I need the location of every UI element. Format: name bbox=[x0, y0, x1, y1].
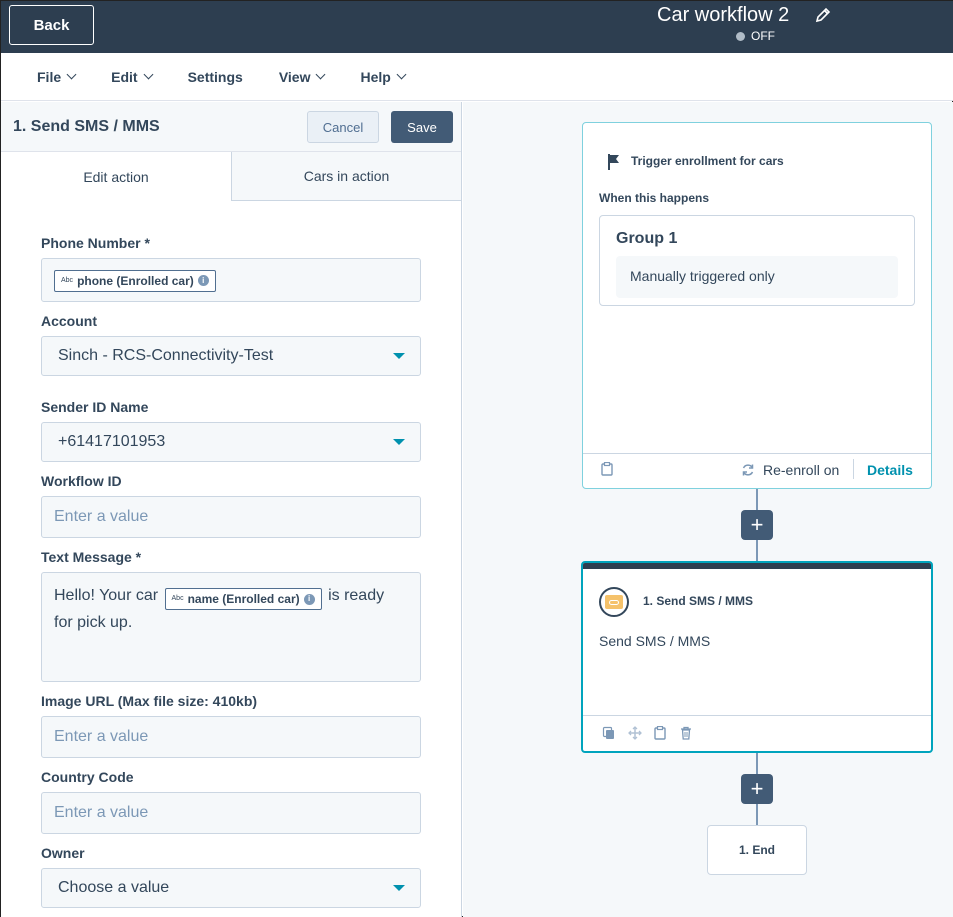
text-type-icon: Abc bbox=[171, 595, 184, 602]
workflow-id-input[interactable]: Enter a value bbox=[41, 496, 421, 538]
menu-bar: File Edit Settings View Help bbox=[1, 53, 953, 101]
chevron-down-icon bbox=[396, 69, 407, 80]
send-sms-action-card[interactable]: 1. Send SMS / MMS Send SMS / MMS bbox=[581, 561, 933, 753]
chevron-down-icon bbox=[143, 69, 154, 80]
menu-view-label: View bbox=[278, 68, 311, 85]
flag-icon bbox=[608, 154, 619, 170]
divider bbox=[583, 453, 931, 454]
menu-edit-label: Edit bbox=[111, 68, 138, 85]
owner-label: Owner bbox=[41, 845, 85, 861]
workflow-id-label: Workflow ID bbox=[41, 473, 122, 489]
status-dot-icon bbox=[736, 31, 745, 41]
status-text: OFF bbox=[751, 29, 775, 43]
dropdown-caret-icon bbox=[393, 353, 405, 359]
panel-tabs: Edit action Cars in action bbox=[1, 152, 461, 201]
account-select[interactable]: Sinch - RCS-Connectivity-Test bbox=[41, 336, 421, 376]
clipboard-icon[interactable] bbox=[601, 462, 613, 476]
group-condition: Manually triggered only bbox=[616, 256, 898, 298]
menu-view[interactable]: View bbox=[278, 68, 326, 85]
text-type-icon: Abc bbox=[61, 277, 74, 284]
divider bbox=[583, 715, 931, 716]
cancel-button[interactable]: Cancel bbox=[307, 111, 379, 143]
trigger-card[interactable]: Trigger enrollment for cars When this ha… bbox=[582, 122, 932, 489]
add-action-button[interactable]: + bbox=[741, 774, 773, 804]
menu-help-label: Help bbox=[360, 68, 391, 85]
phone-token-label: phone (Enrolled car) bbox=[77, 273, 194, 288]
sender-id-value: +61417101953 bbox=[58, 433, 166, 450]
move-icon[interactable] bbox=[628, 726, 642, 740]
image-url-label: Image URL (Max file size: 410kb) bbox=[41, 693, 258, 709]
image-url-placeholder: Enter a value bbox=[54, 728, 149, 745]
menu-edit[interactable]: Edit bbox=[111, 68, 154, 85]
sender-id-label: Sender ID Name bbox=[41, 399, 149, 415]
trash-icon[interactable] bbox=[680, 726, 692, 740]
panel-title: 1. Send SMS / MMS bbox=[13, 118, 160, 135]
divider bbox=[853, 459, 854, 479]
details-link[interactable]: Details bbox=[867, 462, 913, 478]
when-this-happens-label: When this happens bbox=[599, 191, 710, 205]
text-message-input[interactable]: Hello! Your car Abc name (Enrolled car) … bbox=[41, 572, 421, 682]
menu-help[interactable]: Help bbox=[360, 68, 407, 85]
phone-token[interactable]: Abc phone (Enrolled car) i bbox=[54, 269, 216, 292]
clipboard-icon[interactable] bbox=[654, 726, 666, 740]
image-url-input[interactable]: Enter a value bbox=[41, 716, 421, 758]
trigger-title: Trigger enrollment for cars bbox=[631, 154, 784, 168]
action-body: Send SMS / MMS bbox=[599, 633, 711, 649]
phone-number-label: Phone Number * bbox=[41, 235, 150, 251]
copy-icon[interactable] bbox=[602, 726, 616, 740]
tab-edit-action[interactable]: Edit action bbox=[1, 152, 231, 201]
dropdown-caret-icon bbox=[393, 439, 405, 445]
reenroll-status: Re-enroll on bbox=[763, 462, 840, 478]
menu-file-label: File bbox=[37, 68, 62, 85]
card-top-strip bbox=[583, 563, 931, 569]
panel-header: 1. Send SMS / MMS Cancel Save bbox=[1, 102, 461, 152]
country-code-placeholder: Enter a value bbox=[54, 804, 149, 821]
menu-settings[interactable]: Settings bbox=[188, 69, 243, 85]
info-icon: i bbox=[197, 275, 209, 286]
message-text-end: is ready bbox=[328, 587, 385, 604]
text-message-content: Hello! Your car Abc name (Enrolled car) … bbox=[54, 583, 410, 636]
tab-cars-in-action[interactable]: Cars in action bbox=[231, 152, 461, 201]
message-text-start: Hello! Your car bbox=[54, 587, 159, 604]
menu-settings-label: Settings bbox=[187, 68, 243, 85]
save-button[interactable]: Save bbox=[391, 111, 453, 143]
text-message-label: Text Message * bbox=[41, 549, 142, 565]
sender-id-select[interactable]: +61417101953 bbox=[41, 422, 421, 462]
name-token-label: name (Enrolled car) bbox=[187, 592, 300, 606]
workflow-title[interactable]: Car workflow 2 bbox=[657, 4, 789, 27]
phone-number-field[interactable]: Abc phone (Enrolled car) i bbox=[41, 258, 421, 302]
pencil-icon[interactable] bbox=[815, 7, 831, 23]
info-icon: i bbox=[303, 593, 315, 605]
owner-select[interactable]: Choose a value bbox=[41, 868, 421, 908]
owner-placeholder: Choose a value bbox=[58, 879, 170, 896]
country-code-input[interactable]: Enter a value bbox=[41, 792, 421, 834]
account-value: Sinch - RCS-Connectivity-Test bbox=[58, 347, 274, 364]
message-text-line2: for pick up. bbox=[54, 614, 133, 631]
chevron-down-icon bbox=[316, 69, 326, 80]
sms-app-icon bbox=[599, 587, 629, 617]
group-title: Group 1 bbox=[616, 230, 678, 247]
dropdown-caret-icon bbox=[393, 885, 405, 891]
workflow-status: OFF bbox=[736, 29, 775, 43]
back-button[interactable]: Back bbox=[9, 5, 94, 45]
end-node[interactable]: 1. End bbox=[707, 825, 807, 875]
account-label: Account bbox=[41, 313, 97, 329]
workflow-id-placeholder: Enter a value bbox=[54, 508, 149, 525]
top-bar: Back Car workflow 2 OFF bbox=[1, 1, 953, 53]
refresh-icon bbox=[742, 464, 754, 476]
trigger-group[interactable]: Group 1 Manually triggered only bbox=[599, 215, 915, 306]
action-title: 1. Send SMS / MMS bbox=[643, 594, 754, 608]
add-action-button[interactable]: + bbox=[741, 510, 773, 540]
name-token[interactable]: Abc name (Enrolled car) i bbox=[164, 588, 322, 610]
chevron-down-icon bbox=[66, 69, 77, 80]
country-code-label: Country Code bbox=[41, 769, 134, 785]
menu-file[interactable]: File bbox=[37, 68, 77, 85]
